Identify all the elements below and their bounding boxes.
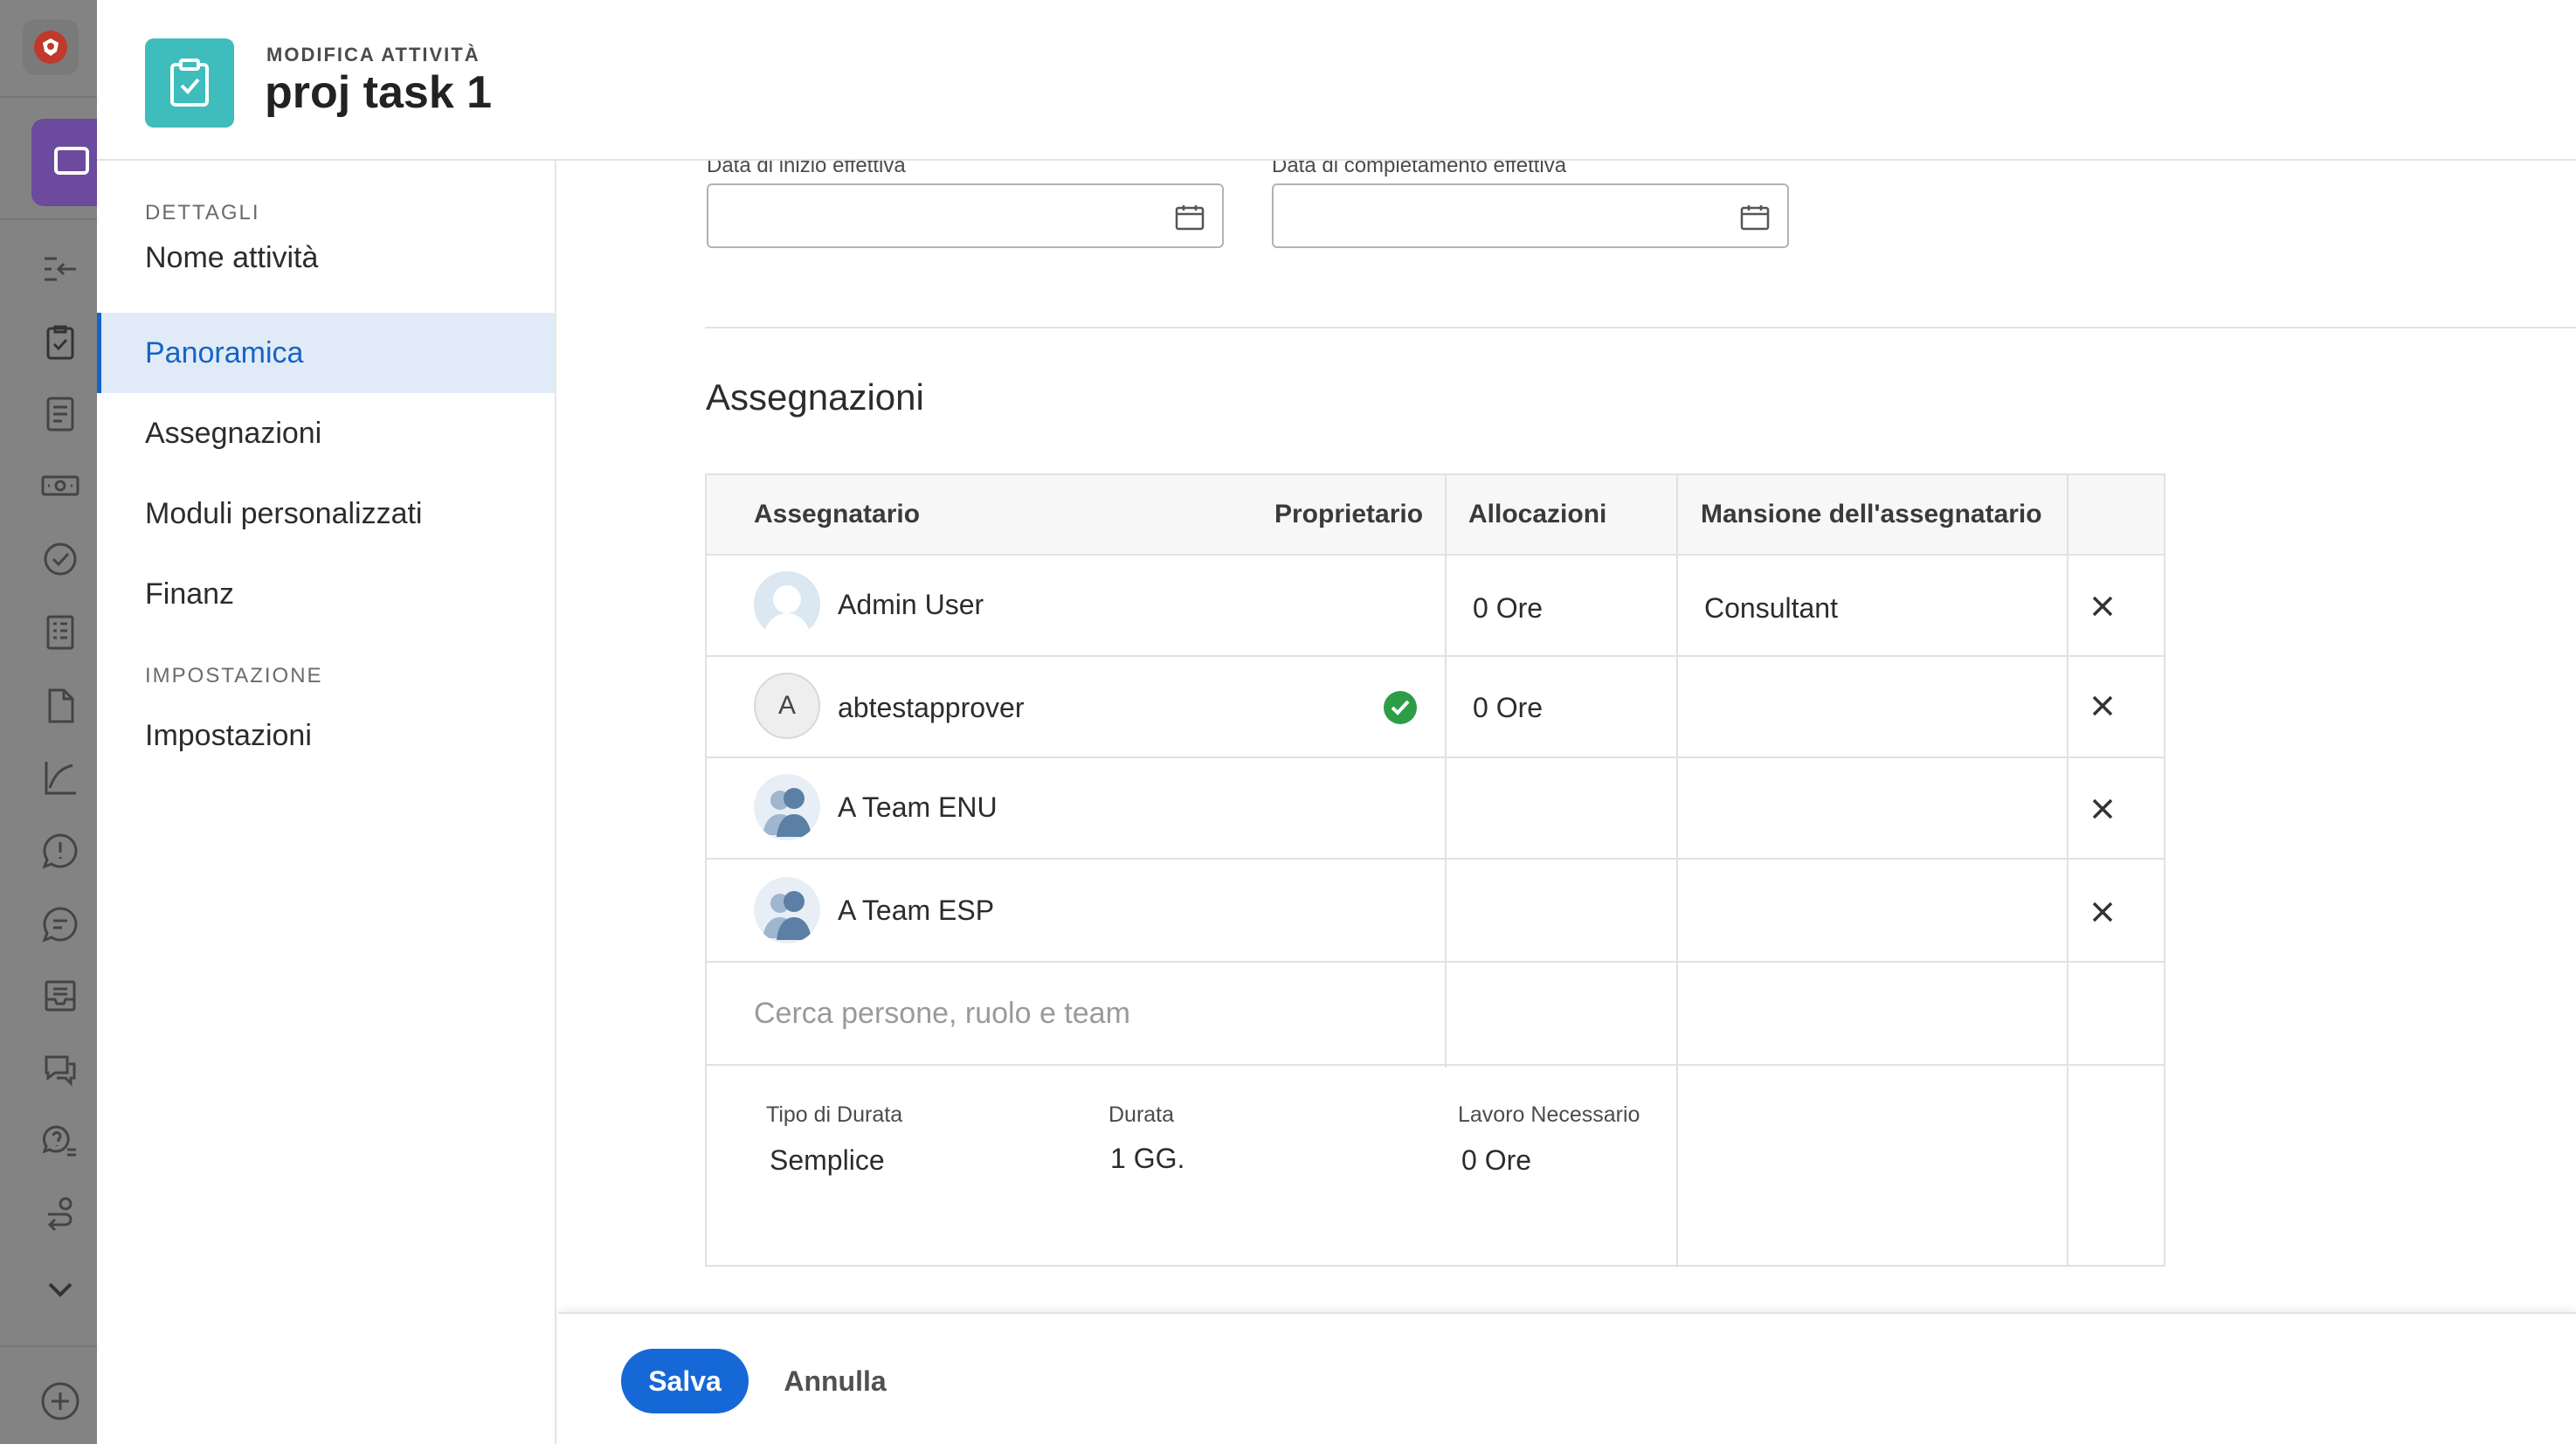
approval-icon[interactable]: [37, 538, 84, 580]
nav-item-task-name[interactable]: Nome attività: [97, 218, 555, 298]
help-icon[interactable]: [37, 1122, 84, 1164]
table-row: A Team ESP: [707, 860, 2164, 963]
close-icon[interactable]: [2085, 791, 2120, 826]
start-date-field[interactable]: [707, 183, 1224, 248]
avatar: [754, 571, 820, 638]
app-switcher-icon[interactable]: [31, 119, 97, 206]
brand-logo-icon[interactable]: [23, 19, 79, 75]
task-icon[interactable]: [37, 321, 84, 363]
panel-eyebrow: MODIFICA ATTIVITÀ: [266, 44, 480, 66]
collapse-icon[interactable]: [37, 248, 84, 290]
duration-type-value[interactable]: Semplice: [770, 1144, 885, 1177]
nav-item-custom-forms[interactable]: Moduli personalizzati: [97, 473, 555, 554]
nav-item-finance[interactable]: Finanz: [97, 554, 555, 634]
team-icon: [754, 774, 820, 840]
finance-icon[interactable]: [37, 465, 84, 507]
document-icon[interactable]: [37, 393, 84, 435]
save-button[interactable]: Salva: [621, 1349, 749, 1413]
nav-section-settings: IMPOSTAZIONE: [145, 664, 323, 687]
col-owner: Proprietario: [1274, 500, 1424, 529]
work-required-value[interactable]: 0 Ore: [1461, 1144, 1531, 1177]
assignments-title: Assegnazioni: [706, 377, 924, 418]
comment-icon[interactable]: [37, 903, 84, 945]
chart-icon[interactable]: [37, 757, 84, 798]
panel-footer: Salva Annulla: [558, 1312, 2576, 1444]
nav-item-overview[interactable]: Panoramica: [97, 313, 555, 393]
nav-item-settings[interactable]: Impostazioni: [97, 695, 555, 776]
table-row: Admin User 0 Ore Consultant: [707, 556, 2164, 657]
assignment-search-row: [707, 963, 2164, 1066]
start-date-label: Data di inizio effettiva: [707, 161, 906, 177]
duration-value[interactable]: 1 GG.: [1110, 1143, 1184, 1175]
panel-header: MODIFICA ATTIVITÀ proj task 1: [97, 0, 2576, 161]
edit-task-panel: MODIFICA ATTIVITÀ proj task 1 DETTAGLI N…: [97, 0, 2576, 1444]
assignee-search-input[interactable]: [754, 994, 1418, 1033]
table-header: Assegnatario Proprietario Allocazioni Ma…: [707, 475, 2164, 556]
role-value[interactable]: Consultant: [1704, 592, 1838, 625]
team-icon: [754, 877, 820, 943]
assignee-name[interactable]: Admin User: [838, 589, 984, 621]
work-required-label: Lavoro Necessario: [1458, 1102, 1640, 1127]
completion-date-label: Data di completamento effettiva: [1272, 161, 1567, 177]
avatar: A: [754, 673, 820, 739]
calendar-icon[interactable]: [1175, 204, 1205, 231]
duration-type-label: Tipo di Durata: [766, 1102, 903, 1127]
close-icon[interactable]: [2085, 895, 2120, 929]
assignee-name[interactable]: A Team ENU: [838, 791, 998, 824]
discussion-icon[interactable]: [37, 1048, 84, 1090]
inbox-icon[interactable]: [37, 975, 84, 1017]
file-icon[interactable]: [37, 685, 84, 727]
owner-check-icon[interactable]: [1383, 690, 1418, 725]
col-allocations: Allocazioni: [1468, 500, 1607, 529]
workflow-icon[interactable]: [37, 1193, 84, 1235]
assignee-name[interactable]: abtestapprover: [838, 692, 1024, 724]
completion-date-field[interactable]: [1272, 183, 1789, 248]
close-icon[interactable]: [2085, 589, 2120, 624]
table-row: A abtestapprover 0 Ore: [707, 657, 2164, 758]
assignee-name[interactable]: A Team ESP: [838, 895, 994, 927]
duration-label: Durata: [1108, 1102, 1175, 1127]
col-assignee: Assegnatario: [754, 500, 921, 529]
close-icon[interactable]: [2085, 688, 2120, 723]
task-badge-icon: [145, 38, 234, 128]
table-row: A Team ENU: [707, 758, 2164, 860]
assignments-table: Assegnatario Proprietario Allocazioni Ma…: [705, 473, 2165, 1267]
chevron-down-icon[interactable]: [37, 1268, 84, 1310]
nav-item-assignments[interactable]: Assegnazioni: [97, 393, 555, 473]
section-divider: [705, 327, 2576, 328]
report-icon[interactable]: [37, 611, 84, 653]
page-title: proj task 1: [265, 67, 493, 118]
issue-icon[interactable]: [37, 830, 84, 872]
cancel-button[interactable]: Annulla: [778, 1349, 892, 1413]
side-nav: DETTAGLI Nome attività Panoramica Assegn…: [97, 161, 556, 1444]
col-role: Mansione dell'assegnatario: [1701, 500, 2042, 529]
allocation-value[interactable]: 0 Ore: [1473, 592, 1543, 625]
calendar-icon[interactable]: [1740, 204, 1770, 231]
add-icon[interactable]: [37, 1380, 84, 1422]
app-rail: [0, 0, 97, 1444]
main-content: Data di inizio effettiva Data di complet…: [558, 161, 2576, 1312]
allocation-value[interactable]: 0 Ore: [1473, 692, 1543, 724]
